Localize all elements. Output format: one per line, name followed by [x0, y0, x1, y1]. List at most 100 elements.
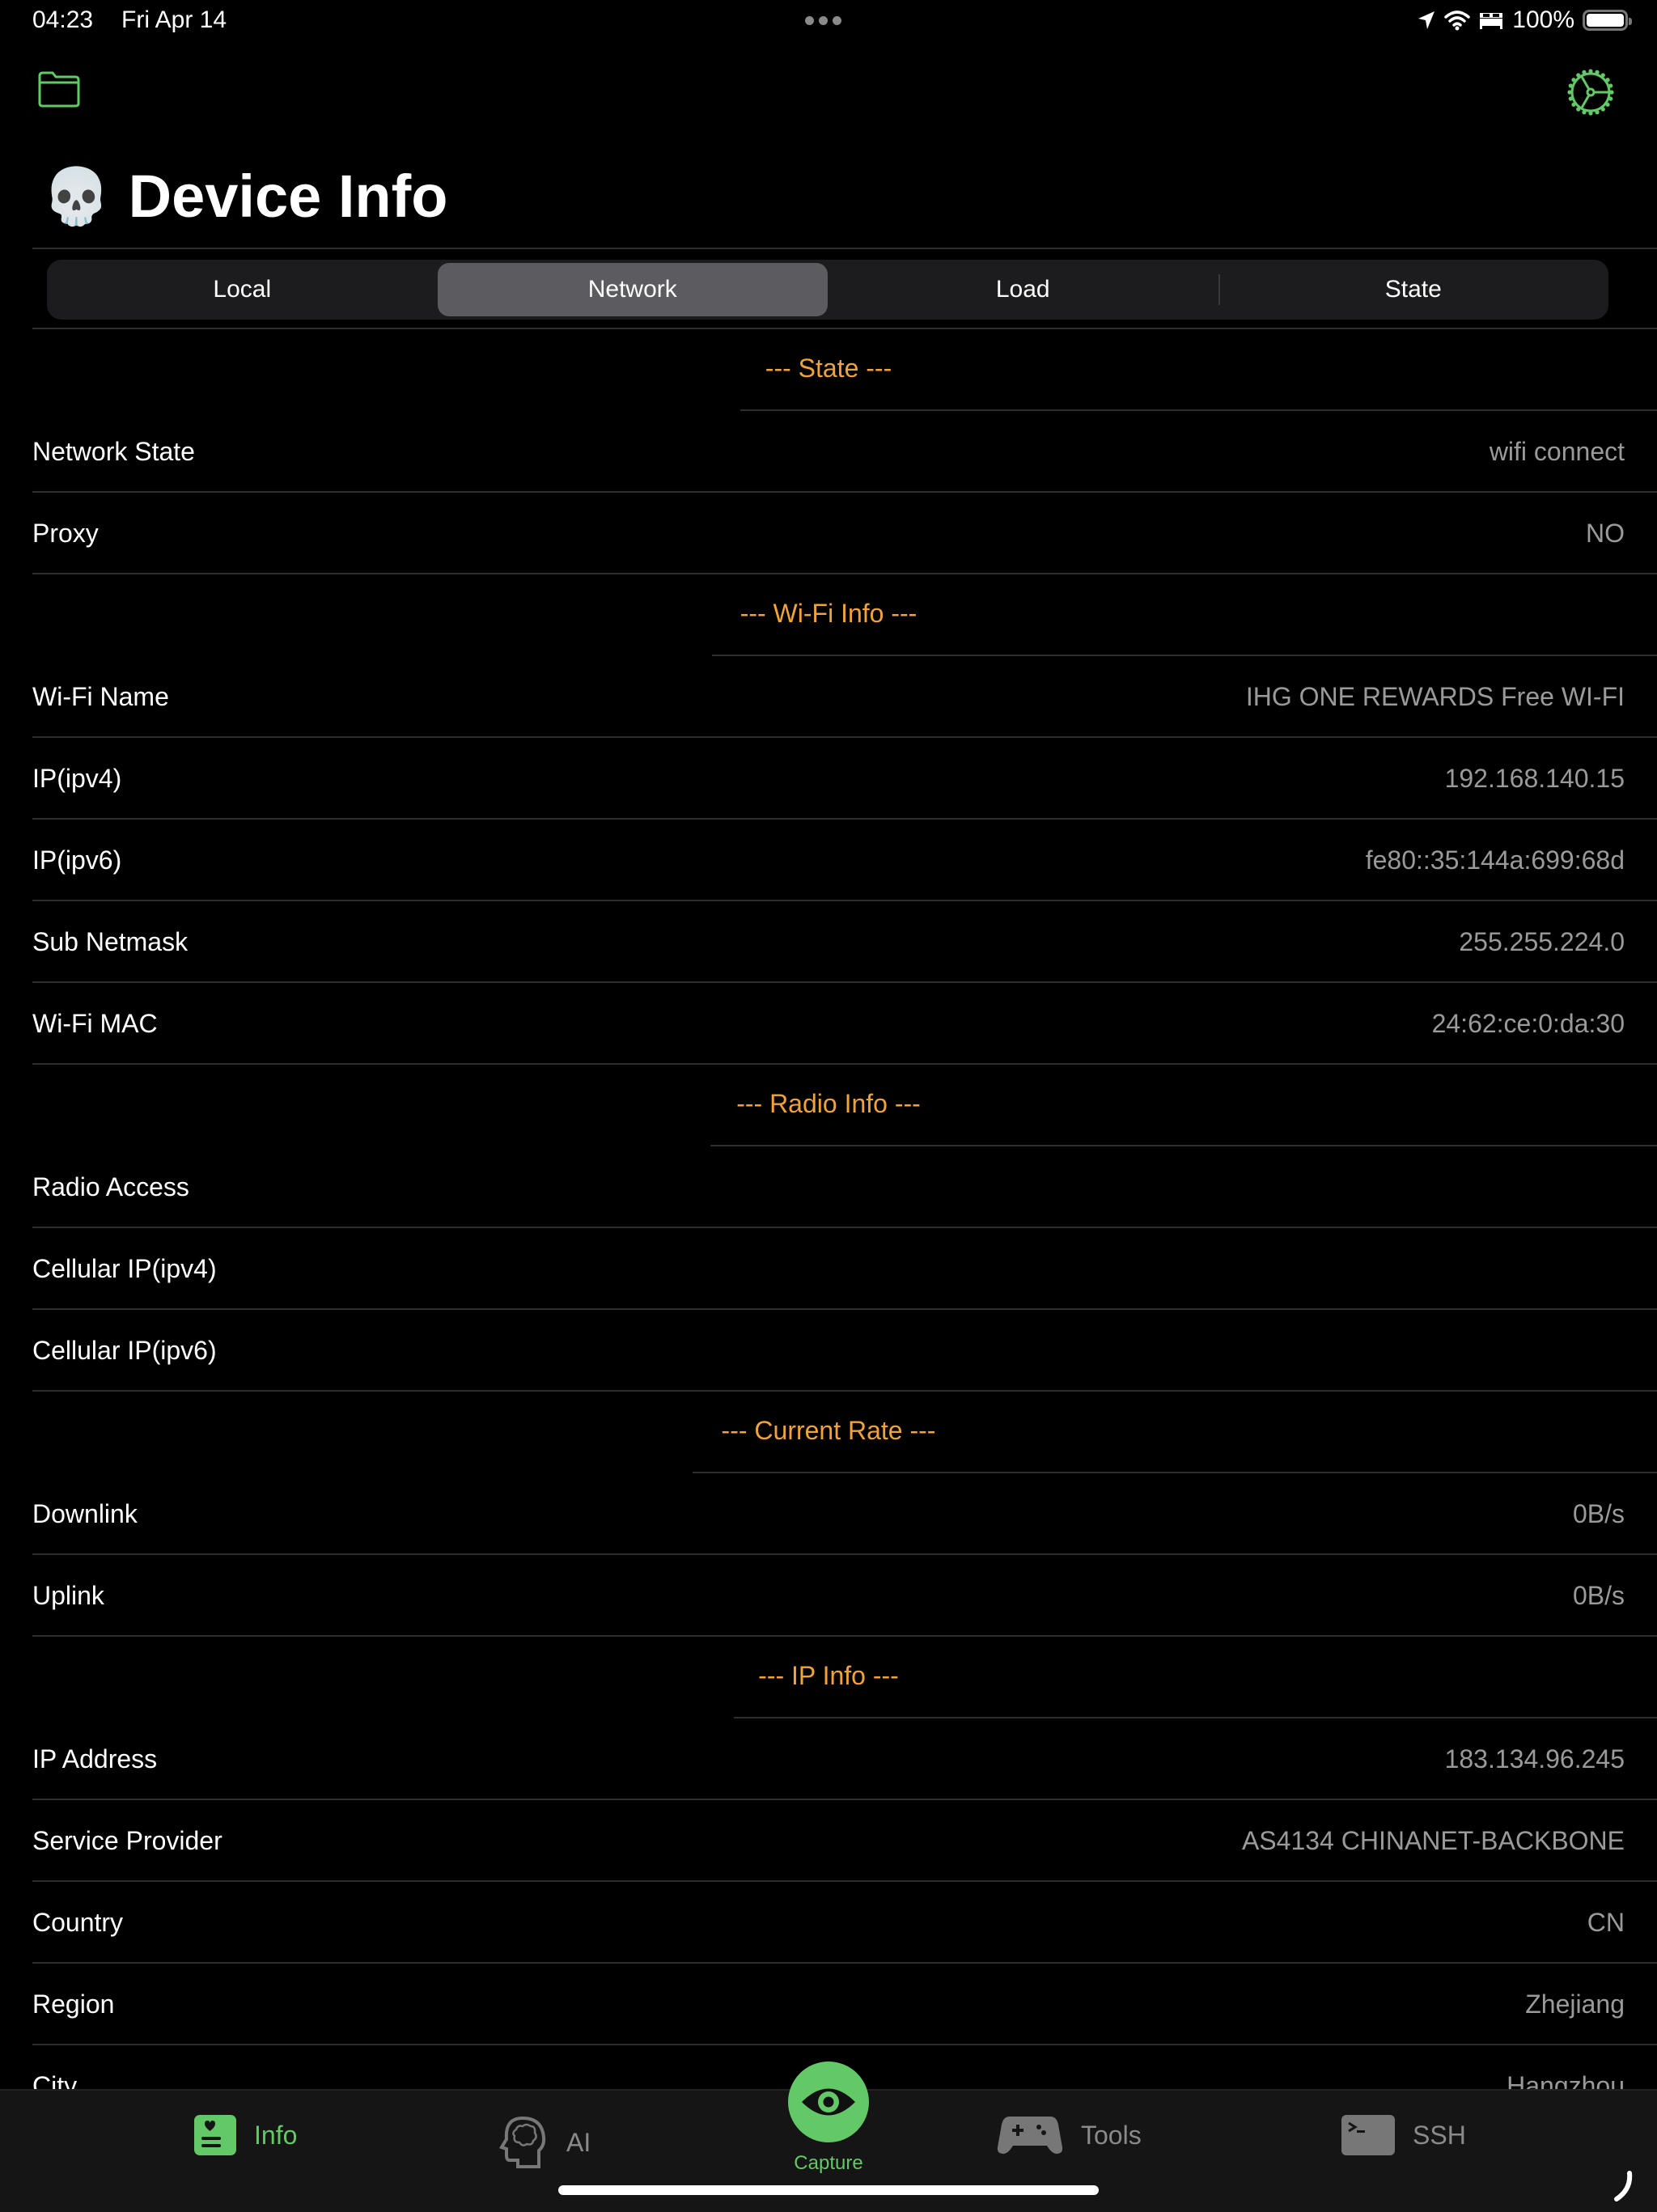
battery-icon — [1583, 10, 1632, 31]
skull-icon: 💀 — [42, 165, 111, 227]
folder-icon — [38, 71, 80, 108]
tab-bar-ai[interactable]: AI — [498, 2115, 591, 2170]
row-value: 0B/s — [1572, 1499, 1625, 1528]
section-header: --- State --- — [0, 329, 1657, 411]
row-value: 255.255.224.0 — [1459, 927, 1625, 956]
tab-bar-info[interactable]: Info — [194, 2115, 297, 2155]
tab-network[interactable]: Network — [437, 263, 828, 316]
row-value: Zhejiang — [1525, 1990, 1625, 2019]
tab-local[interactable]: Local — [47, 260, 438, 320]
row-label: Country — [32, 1908, 124, 1937]
gear-icon — [1567, 69, 1614, 116]
location-arrow-icon — [1418, 11, 1435, 29]
row-value: 0B/s — [1572, 1581, 1625, 1610]
list-item[interactable]: Service Provider AS4134 CHINANET-BACKBONE — [0, 1800, 1657, 1882]
capture-button[interactable] — [788, 2062, 869, 2142]
page-header: 💀 Device Info — [42, 162, 447, 231]
capture-label: Capture — [794, 2152, 863, 2174]
list-item[interactable]: Proxy NO — [0, 493, 1657, 574]
row-label: IP(ipv6) — [32, 845, 122, 875]
segmented-control: Local Network Load State — [47, 260, 1608, 320]
terminal-icon — [1341, 2115, 1395, 2155]
list-item[interactable]: IP Address 183.134.96.245 — [0, 1718, 1657, 1800]
tab-load[interactable]: Load — [828, 260, 1218, 320]
battery-percent: 100% — [1512, 6, 1574, 33]
tab-label: Local — [213, 276, 272, 303]
list-item[interactable]: Cellular IP(ipv6) — [0, 1310, 1657, 1392]
list-item[interactable]: Country CN — [0, 1882, 1657, 1964]
folder-button[interactable] — [37, 70, 81, 108]
segment-divider — [1218, 274, 1220, 305]
row-value: 183.134.96.245 — [1444, 1744, 1625, 1773]
list-item[interactable]: IP(ipv4) 192.168.140.15 — [0, 738, 1657, 820]
list-item[interactable]: Network State wifi connect — [0, 411, 1657, 493]
tab-bar-label: AI — [566, 2127, 591, 2157]
list-item[interactable]: Wi-Fi Name IHG ONE REWARDS Free WI-FI — [0, 656, 1657, 738]
settings-button[interactable] — [1565, 66, 1617, 118]
row-label: Service Provider — [32, 1826, 222, 1855]
tab-label: State — [1384, 276, 1442, 303]
row-label: Cellular IP(ipv6) — [32, 1336, 217, 1365]
tab-state[interactable]: State — [1218, 260, 1609, 320]
status-indicators: 100% — [1417, 6, 1632, 34]
tab-bar-label: Tools — [1081, 2120, 1142, 2150]
row-value: 24:62:ce:0:da:30 — [1431, 1009, 1625, 1038]
status-time: 04:23 — [32, 6, 94, 33]
section-title: --- Radio Info --- — [736, 1089, 921, 1118]
row-label: Sub Netmask — [32, 927, 189, 956]
row-value: AS4134 CHINANET-BACKBONE — [1241, 1826, 1625, 1855]
row-value: fe80::35:144a:699:68d — [1365, 845, 1625, 875]
list-item[interactable]: Radio Access — [0, 1146, 1657, 1228]
list-item[interactable]: Uplink 0B/s — [0, 1555, 1657, 1637]
tab-label: Load — [995, 276, 1050, 303]
row-label: Cellular IP(ipv4) — [32, 1254, 217, 1283]
tab-bar-tools[interactable]: Tools — [997, 2115, 1142, 2155]
row-label: Wi-Fi MAC — [32, 1009, 158, 1038]
status-bar: 04:23 Fri Apr 14 100% — [0, 0, 1657, 45]
row-value: CN — [1587, 1908, 1625, 1937]
row-label: Wi-Fi Name — [32, 682, 169, 711]
row-label: Network State — [32, 437, 195, 466]
section-title: --- IP Info --- — [758, 1661, 899, 1690]
section-title: --- Wi-Fi Info --- — [740, 599, 917, 628]
status-date: Fri Apr 14 — [121, 6, 227, 33]
row-label: Region — [32, 1990, 115, 2019]
row-value: 192.168.140.15 — [1444, 764, 1625, 793]
section-header: --- IP Info --- — [0, 1637, 1657, 1718]
home-indicator[interactable] — [558, 2185, 1099, 2195]
row-label: IP Address — [32, 1744, 158, 1773]
row-value: NO — [1586, 519, 1625, 548]
gamepad-icon — [997, 2117, 1063, 2154]
tab-bar-ssh[interactable]: SSH — [1341, 2115, 1466, 2155]
multitasking-dots-icon[interactable] — [805, 16, 841, 25]
network-info-list[interactable]: --- State --- Network State wifi connect Pr… — [0, 329, 1657, 2127]
section-header: --- Wi-Fi Info --- — [0, 574, 1657, 656]
page-title: Device Info — [128, 163, 448, 230]
info-card-icon — [194, 2115, 236, 2155]
row-value: wifi connect — [1489, 437, 1625, 466]
row-label: Downlink — [32, 1499, 138, 1528]
wifi-icon — [1444, 11, 1471, 31]
list-item[interactable]: Region Zhejiang — [0, 1964, 1657, 2045]
section-title: --- State --- — [765, 354, 892, 383]
row-value: IHG ONE REWARDS Free WI-FI — [1245, 682, 1625, 711]
section-title: --- Current Rate --- — [721, 1416, 936, 1445]
row-label: IP(ipv4) — [32, 764, 122, 793]
section-header: --- Current Rate --- — [0, 1392, 1657, 1473]
tab-bar-label: Info — [254, 2120, 298, 2150]
list-item[interactable]: Downlink 0B/s — [0, 1473, 1657, 1555]
bed-icon — [1480, 13, 1503, 29]
list-item[interactable]: Wi-Fi MAC 24:62:ce:0:da:30 — [0, 983, 1657, 1065]
brain-head-icon — [499, 2116, 546, 2168]
row-label: Uplink — [32, 1581, 104, 1610]
section-header: --- Radio Info --- — [0, 1065, 1657, 1146]
pencil-hover-icon — [1614, 2171, 1633, 2201]
row-label: Radio Access — [32, 1172, 189, 1201]
eye-icon — [802, 2088, 855, 2116]
tab-bar-label: SSH — [1413, 2120, 1466, 2150]
row-label: Proxy — [32, 519, 99, 548]
list-item[interactable]: IP(ipv6) fe80::35:144a:699:68d — [0, 820, 1657, 901]
list-item[interactable]: Cellular IP(ipv4) — [0, 1228, 1657, 1310]
divider — [32, 248, 1657, 249]
list-item[interactable]: Sub Netmask 255.255.224.0 — [0, 901, 1657, 983]
